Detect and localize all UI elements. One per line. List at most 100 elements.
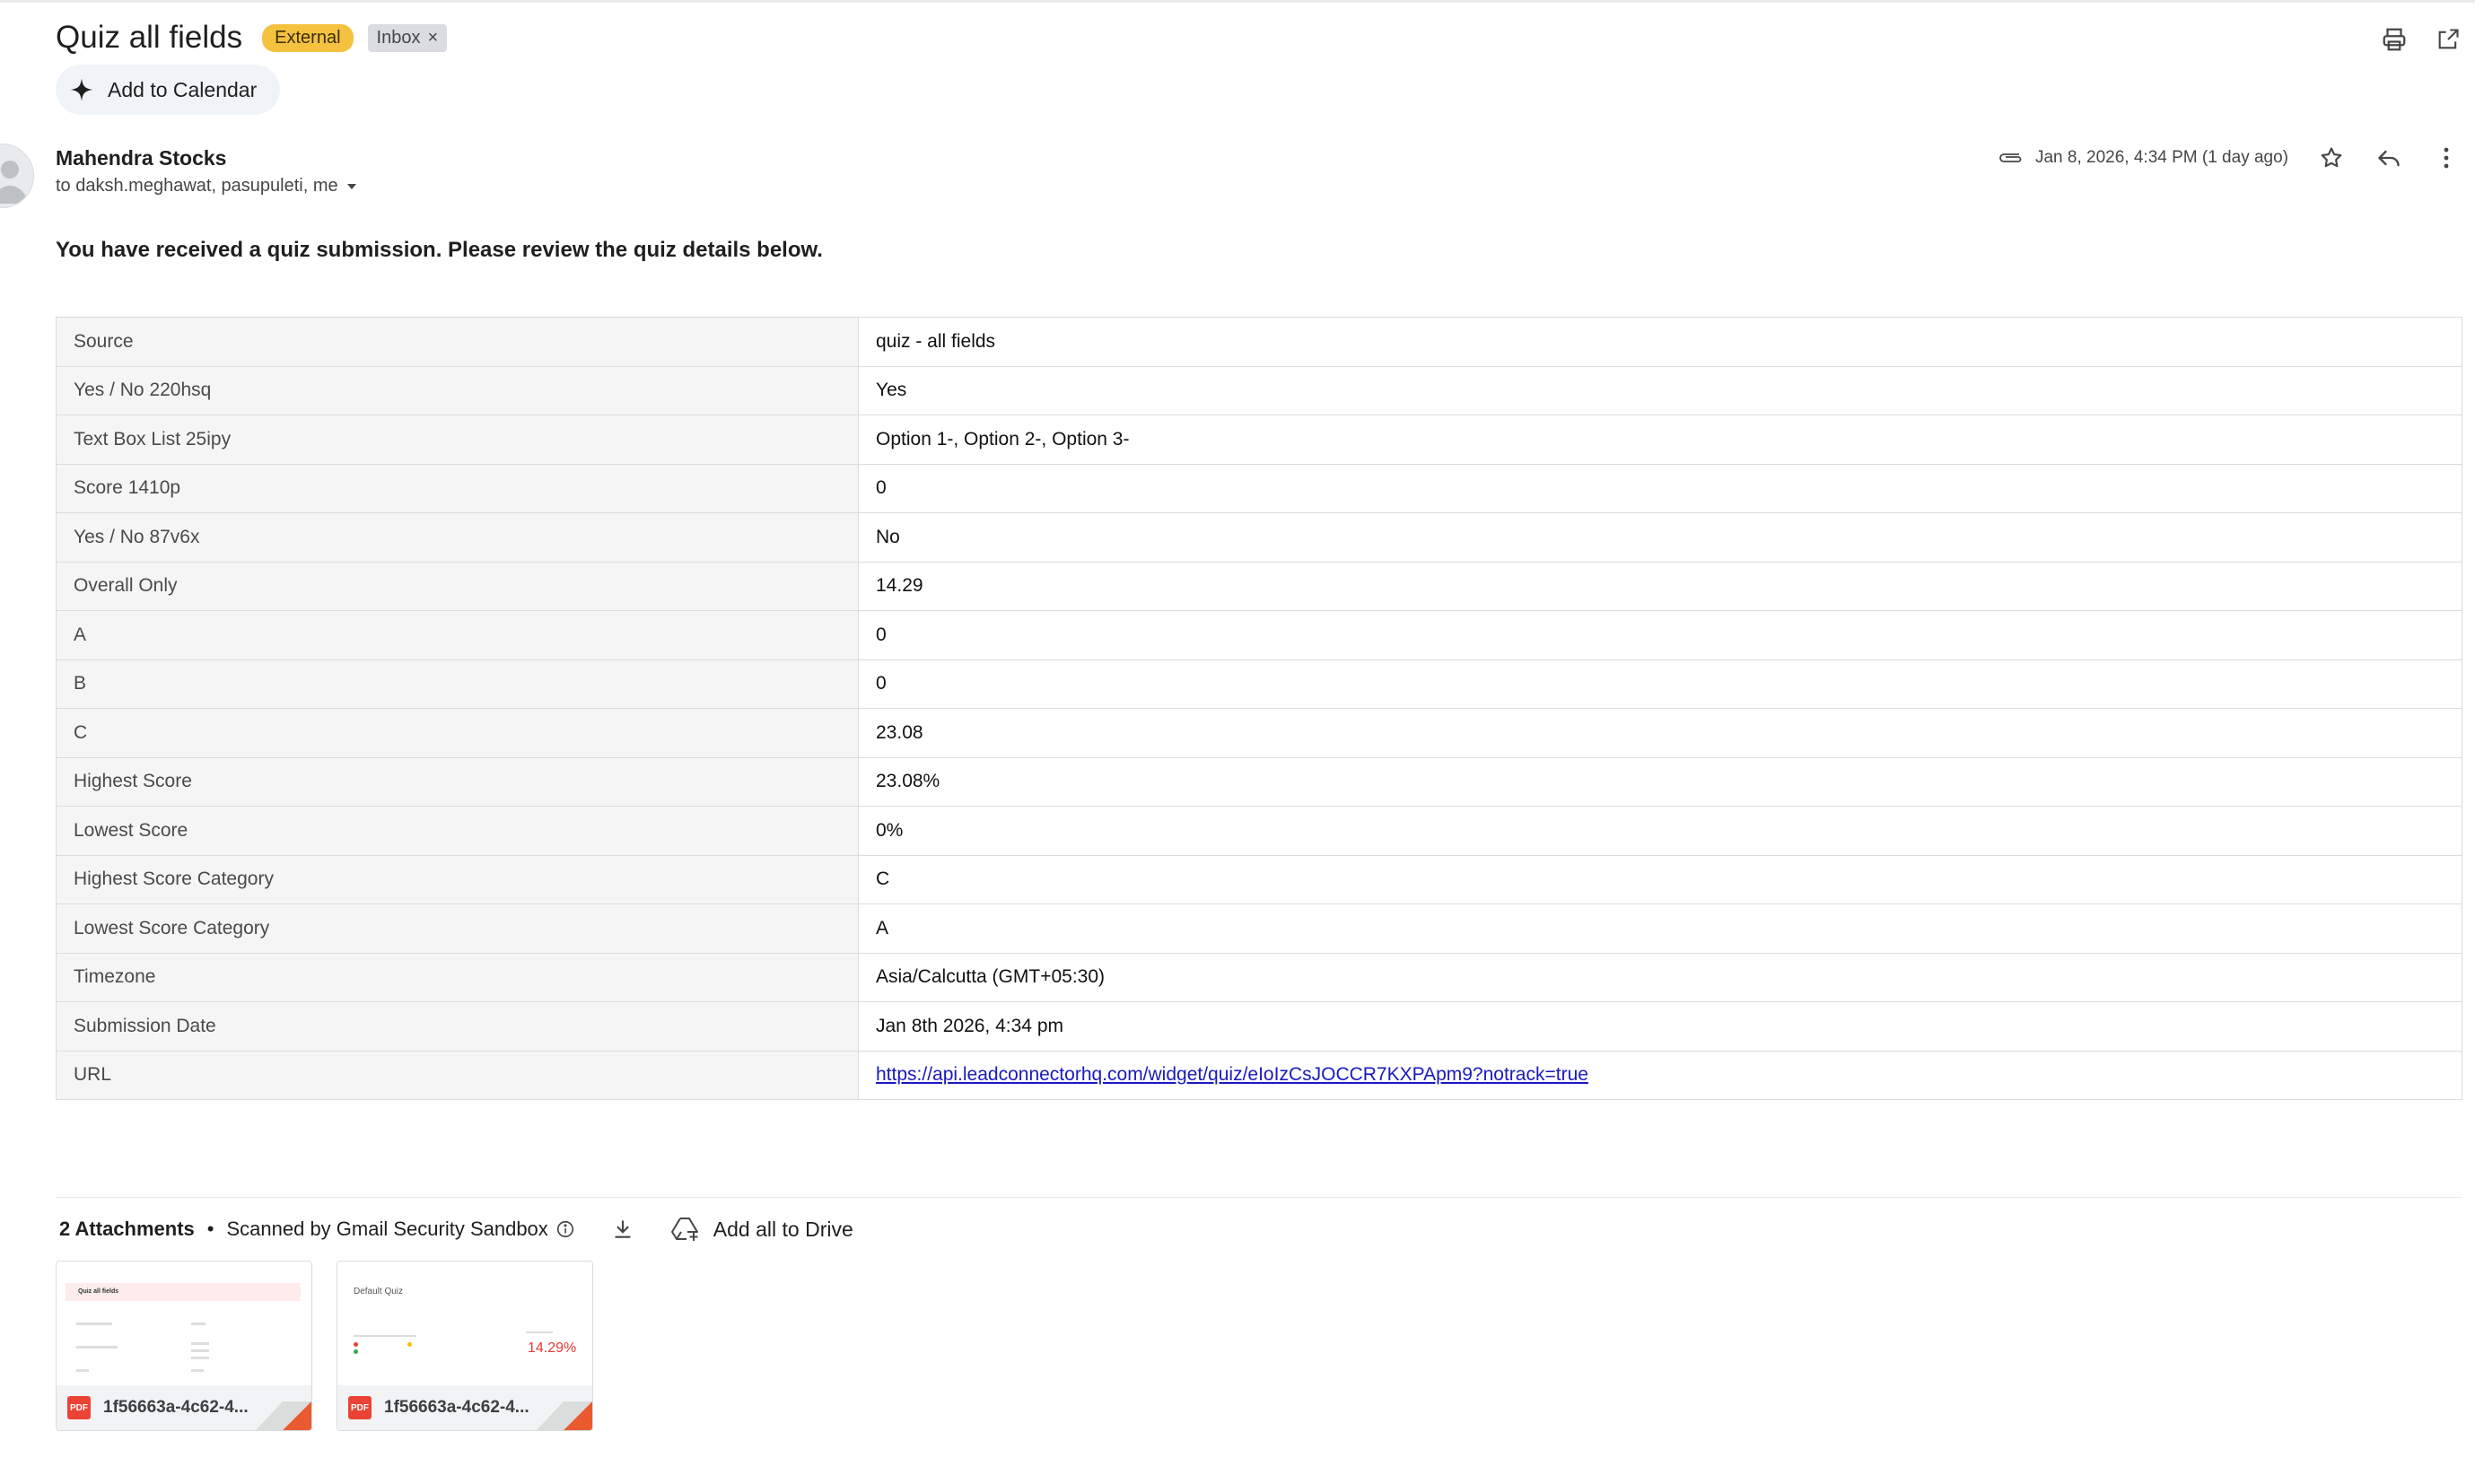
remove-label-icon[interactable]: × (427, 28, 438, 48)
attachments-header: 2 Attachments • Scanned by Gmail Securit… (59, 1211, 853, 1247)
attachment-name: 1f56663a-4c62-4... (384, 1398, 529, 1417)
open-in-new-window-button[interactable] (2421, 13, 2475, 66)
more-options-button[interactable] (2418, 138, 2475, 178)
table-row: B0 (56, 659, 2462, 709)
info-icon (556, 1220, 573, 1238)
attachments-divider (56, 1197, 2462, 1198)
table-row: Overall Only 14.29 (56, 561, 2462, 611)
person-icon (0, 161, 28, 204)
attachments-count: 2 Attachments (59, 1218, 195, 1240)
field-value: quiz - all fields (858, 317, 2462, 367)
field-label: C (56, 708, 859, 758)
pdf-icon: PDF (67, 1396, 91, 1419)
field-label: Overall Only (56, 561, 859, 611)
open-in-new-icon (2438, 29, 2459, 49)
message-date[interactable]: Jan 8, 2026, 4:34 PM (1 day ago) (2035, 148, 2288, 168)
attachment-card[interactable]: Default Quiz 14.29% PDF 1f56663a-4c62-4.… (337, 1261, 593, 1431)
preview-line (191, 1357, 209, 1359)
page-fold-icon (256, 1401, 311, 1430)
field-label: Submission Date (56, 1001, 859, 1052)
inbox-label[interactable]: Inbox × (367, 23, 448, 52)
table-row: Timezone Asia/Calcutta (GMT+05:30) (56, 952, 2462, 1002)
field-label: Yes / No 220hsq (56, 365, 859, 415)
table-row: Highest Score 23.08% (56, 756, 2462, 807)
preview-line (76, 1369, 89, 1372)
separator-dot: • (206, 1218, 214, 1240)
field-label: B (56, 659, 859, 709)
print-button[interactable] (2367, 13, 2421, 66)
sparkle-icon (70, 78, 93, 101)
attachment-preview: Quiz all fields (57, 1261, 311, 1385)
field-label: Lowest Score Category (56, 903, 859, 954)
field-label: URL (56, 1050, 859, 1100)
preview-dot (407, 1342, 412, 1347)
attachment-preview: Default Quiz 14.29% (337, 1261, 592, 1385)
field-value: Jan 8th 2026, 4:34 pm (858, 1001, 2462, 1052)
field-label: Text Box List 25ipy (56, 415, 859, 465)
more-vert-icon (2444, 147, 2449, 169)
table-row: Text Box List 25ipy Option 1-, Option 2-,… (56, 415, 2462, 465)
field-value: 0 (858, 463, 2462, 513)
top-actions (2367, 13, 2475, 66)
preview-dot (354, 1342, 358, 1347)
add-to-drive-label: Add all to Drive (713, 1217, 853, 1241)
field-label: Highest Score Category (56, 854, 859, 904)
attachment-clip-icon (1999, 153, 2022, 162)
page-fold-icon (537, 1401, 592, 1430)
scanned-label: Scanned by Gmail Security Sandbox (226, 1218, 548, 1240)
field-value: C (858, 854, 2462, 904)
table-row: Score 1410p 0 (56, 463, 2462, 513)
sender-name[interactable]: Mahendra Stocks (56, 146, 226, 170)
field-value: https://api.leadconnectorhq.com/widget/q… (858, 1050, 2462, 1100)
inbox-label-text: Inbox (376, 27, 421, 48)
preview-line (354, 1335, 416, 1337)
field-value: 0 (858, 610, 2462, 660)
quiz-url-link[interactable]: https://api.leadconnectorhq.com/widget/q… (876, 1064, 1588, 1085)
quiz-details-table: Source quiz - all fields Yes / No 220hsq Y… (56, 317, 2462, 1100)
table-row: Highest Score Category C (56, 854, 2462, 904)
field-label: Lowest Score (56, 806, 859, 856)
preview-line (191, 1369, 204, 1372)
table-row: Yes / No 87v6x No (56, 512, 2462, 563)
table-row: Submission Date Jan 8th 2026, 4:34 pm (56, 1001, 2462, 1052)
preview-title: Default Quiz (354, 1287, 404, 1296)
recipients[interactable]: to daksh.meghawat, pasupuleti, me (56, 176, 358, 196)
field-value: No (858, 512, 2462, 563)
table-row: Source quiz - all fields (56, 317, 2462, 367)
table-row: A0 (56, 610, 2462, 660)
email-intro: You have received a quiz submission. Ple… (56, 238, 823, 262)
avatar[interactable] (0, 144, 34, 208)
add-to-drive-icon (670, 1218, 698, 1241)
recipients-text: to daksh.meghawat, pasupuleti, me (56, 176, 338, 196)
reply-icon (2378, 150, 2400, 167)
preview-title: Quiz all fields (78, 1288, 119, 1295)
attachment-name: 1f56663a-4c62-4... (103, 1398, 249, 1417)
subject-row: Quiz all fields External Inbox × (56, 11, 448, 65)
field-value: Asia/Calcutta (GMT+05:30) (858, 952, 2462, 1002)
field-label: Source (56, 317, 859, 367)
print-icon (2383, 28, 2406, 51)
field-value: Yes (858, 365, 2462, 415)
field-label: Score 1410p (56, 463, 859, 513)
field-label: Yes / No 87v6x (56, 512, 859, 563)
chevron-down-icon[interactable] (345, 182, 358, 191)
preview-line (191, 1342, 209, 1345)
reply-button[interactable] (2360, 138, 2418, 178)
add-to-calendar-button[interactable]: Add to Calendar (56, 65, 281, 115)
field-value: 0% (858, 806, 2462, 856)
preview-score: 14.29% (528, 1340, 577, 1356)
table-row: Lowest Score 0% (56, 806, 2462, 856)
add-all-to-drive-button[interactable]: Add all to Drive (670, 1216, 853, 1243)
field-value: A (858, 903, 2462, 954)
preview-dot (354, 1349, 358, 1354)
preview-line (76, 1323, 112, 1325)
field-value: 0 (858, 659, 2462, 709)
table-row: URL https://api.leadconnectorhq.com/widge… (56, 1050, 2462, 1100)
attachment-card[interactable]: Quiz all fields PDF 1f56663a-4c62-4... (56, 1261, 312, 1431)
email-subject: Quiz all fields (56, 20, 243, 55)
download-all-button[interactable] (611, 1218, 634, 1241)
star-button[interactable] (2303, 138, 2360, 178)
info-button[interactable] (555, 1219, 575, 1239)
field-value: 23.08 (858, 708, 2462, 758)
field-label: A (56, 610, 859, 660)
